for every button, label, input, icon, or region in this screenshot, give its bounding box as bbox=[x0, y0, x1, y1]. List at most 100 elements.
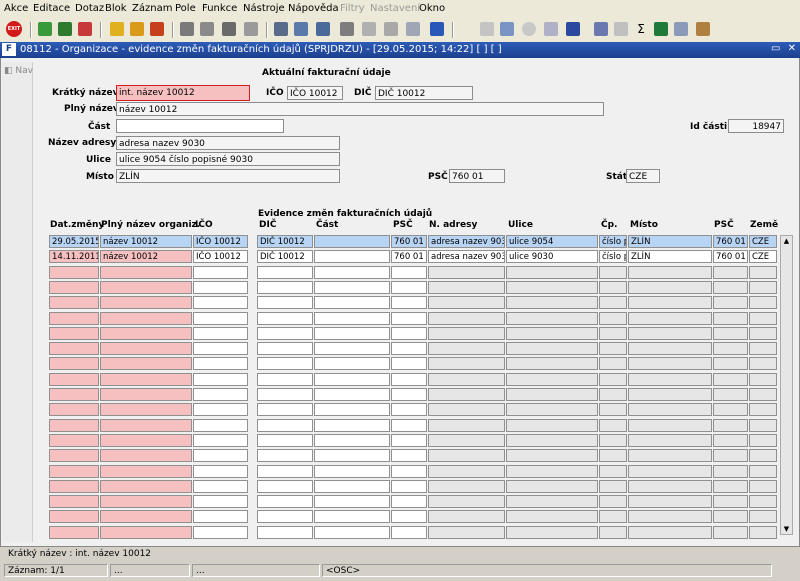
empty-cell[interactable] bbox=[193, 510, 248, 523]
empty-cell[interactable] bbox=[713, 342, 748, 355]
id-casti-field[interactable]: 18947 bbox=[728, 119, 784, 133]
empty-cell[interactable] bbox=[599, 419, 627, 432]
query-execute-icon[interactable] bbox=[130, 22, 144, 36]
empty-cell[interactable] bbox=[100, 266, 192, 279]
table-cell[interactable]: IČO 10012 bbox=[193, 250, 248, 263]
empty-cell[interactable] bbox=[428, 373, 505, 386]
empty-cell[interactable] bbox=[713, 388, 748, 401]
empty-cell[interactable] bbox=[428, 327, 505, 340]
empty-cell[interactable] bbox=[749, 403, 777, 416]
empty-cell[interactable] bbox=[391, 327, 427, 340]
stat-field[interactable]: CZE bbox=[626, 169, 660, 183]
empty-cell[interactable] bbox=[749, 327, 777, 340]
delete-record-icon[interactable] bbox=[78, 22, 92, 36]
empty-cell[interactable] bbox=[314, 357, 390, 370]
empty-cell[interactable] bbox=[193, 296, 248, 309]
empty-cell[interactable] bbox=[506, 327, 598, 340]
empty-cell[interactable] bbox=[391, 495, 427, 508]
calendar-icon[interactable] bbox=[362, 22, 376, 36]
close-icon[interactable]: ✕ bbox=[788, 43, 796, 54]
empty-cell[interactable] bbox=[49, 373, 99, 386]
empty-cell[interactable] bbox=[314, 312, 390, 325]
table-cell[interactable]: ulice 9054 bbox=[506, 235, 598, 248]
map-icon[interactable] bbox=[696, 22, 710, 36]
empty-cell[interactable] bbox=[314, 373, 390, 386]
empty-cell[interactable] bbox=[100, 526, 192, 539]
empty-cell[interactable] bbox=[506, 373, 598, 386]
vertical-scrollbar[interactable]: ▲ ▼ bbox=[780, 235, 793, 535]
empty-cell[interactable] bbox=[100, 312, 192, 325]
menu-item-0[interactable]: Akce bbox=[4, 3, 28, 14]
empty-cell[interactable] bbox=[49, 526, 99, 539]
empty-cell[interactable] bbox=[193, 434, 248, 447]
empty-cell[interactable] bbox=[428, 480, 505, 493]
empty-cell[interactable] bbox=[749, 296, 777, 309]
empty-cell[interactable] bbox=[193, 312, 248, 325]
empty-cell[interactable] bbox=[599, 373, 627, 386]
empty-cell[interactable] bbox=[506, 419, 598, 432]
empty-cell[interactable] bbox=[599, 465, 627, 478]
empty-cell[interactable] bbox=[749, 480, 777, 493]
empty-cell[interactable] bbox=[257, 434, 313, 447]
empty-cell[interactable] bbox=[314, 281, 390, 294]
report-icon[interactable] bbox=[594, 22, 608, 36]
empty-cell[interactable] bbox=[100, 373, 192, 386]
empty-cell[interactable] bbox=[628, 510, 712, 523]
empty-cell[interactable] bbox=[193, 480, 248, 493]
empty-cell[interactable] bbox=[49, 281, 99, 294]
empty-cell[interactable] bbox=[713, 357, 748, 370]
menu-item-2[interactable]: Dotaz bbox=[75, 3, 104, 14]
empty-cell[interactable] bbox=[49, 266, 99, 279]
empty-cell[interactable] bbox=[428, 388, 505, 401]
word-icon[interactable] bbox=[674, 22, 688, 36]
empty-cell[interactable] bbox=[599, 403, 627, 416]
empty-cell[interactable] bbox=[193, 357, 248, 370]
empty-cell[interactable] bbox=[193, 526, 248, 539]
empty-cell[interactable] bbox=[628, 403, 712, 416]
filter-icon[interactable] bbox=[244, 22, 258, 36]
empty-cell[interactable] bbox=[49, 327, 99, 340]
empty-cell[interactable] bbox=[314, 419, 390, 432]
empty-cell[interactable] bbox=[49, 419, 99, 432]
save-icon[interactable] bbox=[58, 22, 72, 36]
menu-item-3[interactable]: Blok bbox=[105, 3, 127, 14]
help-icon[interactable] bbox=[430, 22, 444, 36]
empty-cell[interactable] bbox=[628, 434, 712, 447]
empty-cell[interactable] bbox=[749, 465, 777, 478]
empty-cell[interactable] bbox=[428, 449, 505, 462]
empty-cell[interactable] bbox=[100, 419, 192, 432]
empty-cell[interactable] bbox=[314, 465, 390, 478]
empty-cell[interactable] bbox=[391, 480, 427, 493]
menu-item-5[interactable]: Pole bbox=[175, 3, 196, 14]
globe-icon[interactable] bbox=[522, 22, 536, 36]
empty-cell[interactable] bbox=[506, 465, 598, 478]
empty-cell[interactable] bbox=[428, 419, 505, 432]
empty-cell[interactable] bbox=[100, 296, 192, 309]
query-enter-icon[interactable] bbox=[110, 22, 124, 36]
insert-record-icon[interactable] bbox=[38, 22, 52, 36]
empty-cell[interactable] bbox=[257, 495, 313, 508]
empty-cell[interactable] bbox=[314, 388, 390, 401]
empty-cell[interactable] bbox=[599, 357, 627, 370]
empty-cell[interactable] bbox=[506, 449, 598, 462]
mail-icon[interactable] bbox=[316, 22, 330, 36]
empty-cell[interactable] bbox=[599, 449, 627, 462]
empty-cell[interactable] bbox=[391, 342, 427, 355]
empty-cell[interactable] bbox=[193, 342, 248, 355]
table-cell[interactable] bbox=[314, 250, 390, 263]
print-icon[interactable] bbox=[274, 22, 288, 36]
empty-cell[interactable] bbox=[749, 510, 777, 523]
empty-cell[interactable] bbox=[749, 449, 777, 462]
empty-cell[interactable] bbox=[391, 373, 427, 386]
empty-cell[interactable] bbox=[193, 266, 248, 279]
folder-icon[interactable] bbox=[500, 22, 514, 36]
empty-cell[interactable] bbox=[314, 434, 390, 447]
empty-cell[interactable] bbox=[506, 388, 598, 401]
empty-cell[interactable] bbox=[713, 281, 748, 294]
table-cell[interactable]: 760 01 bbox=[391, 235, 427, 248]
keyboard-icon[interactable] bbox=[384, 22, 398, 36]
table-cell[interactable]: název 10012 bbox=[100, 250, 192, 263]
empty-cell[interactable] bbox=[599, 342, 627, 355]
empty-cell[interactable] bbox=[49, 480, 99, 493]
empty-cell[interactable] bbox=[749, 357, 777, 370]
